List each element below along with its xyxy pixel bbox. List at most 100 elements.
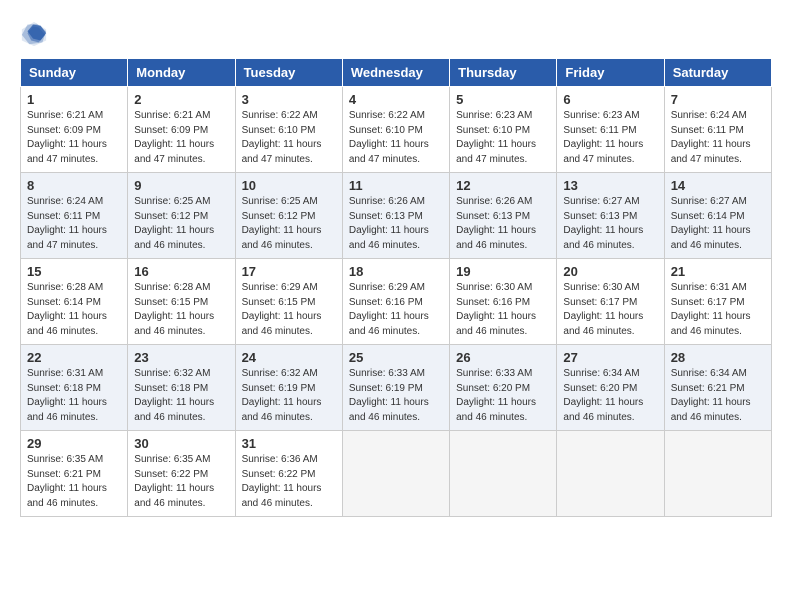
day-info: Sunrise: 6:30 AM Sunset: 6:16 PM Dayligh… xyxy=(456,281,550,339)
day-cell-10: 10 Sunrise: 6:25 AM Sunset: 6:12 PM Dayli… xyxy=(235,173,342,259)
day-info: Sunrise: 6:24 AM Sunset: 6:11 PM Dayligh… xyxy=(27,195,121,253)
day-cell-17: 17Sunrise: 6:29 AM Sunset: 6:15 PM Dayli… xyxy=(235,259,342,345)
day-cell-21: 21 Sunrise: 6:31 AM Sunset: 6:17 PM Dayli… xyxy=(664,259,771,345)
day-cell-7: 7Sunrise: 6:24 AM Sunset: 6:11 PM Daylig… xyxy=(664,87,771,173)
empty-cell xyxy=(557,431,664,517)
day-number: 31 xyxy=(242,436,336,451)
day-cell-8: 8 Sunrise: 6:24 AM Sunset: 6:11 PM Daylig… xyxy=(21,173,128,259)
day-info: Sunrise: 6:27 AM Sunset: 6:14 PM Dayligh… xyxy=(671,195,765,253)
day-number: 2 xyxy=(134,92,228,107)
day-info: Sunrise: 6:30 AM Sunset: 6:17 PM Dayligh… xyxy=(563,281,657,339)
day-header-friday: Friday xyxy=(557,59,664,87)
day-info: Sunrise: 6:25 AM Sunset: 6:12 PM Dayligh… xyxy=(134,195,228,253)
day-number: 15 xyxy=(27,264,121,279)
day-cell-23: 23 Sunrise: 6:32 AM Sunset: 6:18 PM Dayli… xyxy=(128,345,235,431)
day-number: 18 xyxy=(349,264,443,279)
day-info: Sunrise: 6:28 AM Sunset: 6:15 PM Dayligh… xyxy=(134,281,228,339)
day-cell-26: 26 Sunrise: 6:33 AM Sunset: 6:20 PM Dayli… xyxy=(450,345,557,431)
day-info: Sunrise: 6:21 AM Sunset: 6:09 PM Dayligh… xyxy=(27,109,121,167)
day-number: 1 xyxy=(27,92,121,107)
day-info: Sunrise: 6:36 AM Sunset: 6:22 PM Dayligh… xyxy=(242,453,336,511)
day-cell-24: 24Sunrise: 6:32 AM Sunset: 6:19 PM Dayli… xyxy=(235,345,342,431)
day-cell-16: 16 Sunrise: 6:28 AM Sunset: 6:15 PM Dayli… xyxy=(128,259,235,345)
day-info: Sunrise: 6:26 AM Sunset: 6:13 PM Dayligh… xyxy=(349,195,443,253)
day-info: Sunrise: 6:22 AM Sunset: 6:10 PM Dayligh… xyxy=(242,109,336,167)
day-cell-1: 1 Sunrise: 6:21 AM Sunset: 6:09 PM Daylig… xyxy=(21,87,128,173)
day-info: Sunrise: 6:35 AM Sunset: 6:22 PM Dayligh… xyxy=(134,453,228,511)
calendar-week-4: 22Sunrise: 6:31 AM Sunset: 6:18 PM Dayli… xyxy=(21,345,772,431)
day-number: 19 xyxy=(456,264,550,279)
day-number: 3 xyxy=(242,92,336,107)
day-number: 14 xyxy=(671,178,765,193)
day-cell-30: 30 Sunrise: 6:35 AM Sunset: 6:22 PM Dayli… xyxy=(128,431,235,517)
day-cell-25: 25 Sunrise: 6:33 AM Sunset: 6:19 PM Dayli… xyxy=(342,345,449,431)
day-header-saturday: Saturday xyxy=(664,59,771,87)
calendar-week-2: 8 Sunrise: 6:24 AM Sunset: 6:11 PM Daylig… xyxy=(21,173,772,259)
day-number: 8 xyxy=(27,178,121,193)
day-header-monday: Monday xyxy=(128,59,235,87)
day-info: Sunrise: 6:35 AM Sunset: 6:21 PM Dayligh… xyxy=(27,453,121,511)
day-number: 12 xyxy=(456,178,550,193)
day-cell-9: 9 Sunrise: 6:25 AM Sunset: 6:12 PM Daylig… xyxy=(128,173,235,259)
day-info: Sunrise: 6:33 AM Sunset: 6:19 PM Dayligh… xyxy=(349,367,443,425)
day-cell-27: 27 Sunrise: 6:34 AM Sunset: 6:20 PM Dayli… xyxy=(557,345,664,431)
day-info: Sunrise: 6:25 AM Sunset: 6:12 PM Dayligh… xyxy=(242,195,336,253)
day-cell-18: 18 Sunrise: 6:29 AM Sunset: 6:16 PM Dayli… xyxy=(342,259,449,345)
day-number: 7 xyxy=(671,92,765,107)
day-cell-29: 29Sunrise: 6:35 AM Sunset: 6:21 PM Dayli… xyxy=(21,431,128,517)
day-cell-11: 11 Sunrise: 6:26 AM Sunset: 6:13 PM Dayli… xyxy=(342,173,449,259)
day-number: 16 xyxy=(134,264,228,279)
day-info: Sunrise: 6:31 AM Sunset: 6:18 PM Dayligh… xyxy=(27,367,121,425)
day-number: 24 xyxy=(242,350,336,365)
day-number: 23 xyxy=(134,350,228,365)
calendar-table: SundayMondayTuesdayWednesdayThursdayFrid… xyxy=(20,58,772,517)
calendar-week-5: 29Sunrise: 6:35 AM Sunset: 6:21 PM Dayli… xyxy=(21,431,772,517)
empty-cell xyxy=(342,431,449,517)
day-info: Sunrise: 6:32 AM Sunset: 6:18 PM Dayligh… xyxy=(134,367,228,425)
day-cell-22: 22Sunrise: 6:31 AM Sunset: 6:18 PM Dayli… xyxy=(21,345,128,431)
day-info: Sunrise: 6:28 AM Sunset: 6:14 PM Dayligh… xyxy=(27,281,121,339)
day-number: 26 xyxy=(456,350,550,365)
day-number: 28 xyxy=(671,350,765,365)
day-number: 30 xyxy=(134,436,228,451)
day-cell-12: 12Sunrise: 6:26 AM Sunset: 6:13 PM Dayli… xyxy=(450,173,557,259)
day-info: Sunrise: 6:34 AM Sunset: 6:21 PM Dayligh… xyxy=(671,367,765,425)
day-cell-5: 5 Sunrise: 6:23 AM Sunset: 6:10 PM Daylig… xyxy=(450,87,557,173)
day-cell-2: 2 Sunrise: 6:21 AM Sunset: 6:09 PM Daylig… xyxy=(128,87,235,173)
day-cell-14: 14 Sunrise: 6:27 AM Sunset: 6:14 PM Dayli… xyxy=(664,173,771,259)
calendar-week-3: 15 Sunrise: 6:28 AM Sunset: 6:14 PM Dayli… xyxy=(21,259,772,345)
day-info: Sunrise: 6:29 AM Sunset: 6:16 PM Dayligh… xyxy=(349,281,443,339)
day-number: 6 xyxy=(563,92,657,107)
day-cell-15: 15 Sunrise: 6:28 AM Sunset: 6:14 PM Dayli… xyxy=(21,259,128,345)
day-info: Sunrise: 6:31 AM Sunset: 6:17 PM Dayligh… xyxy=(671,281,765,339)
day-number: 5 xyxy=(456,92,550,107)
day-info: Sunrise: 6:33 AM Sunset: 6:20 PM Dayligh… xyxy=(456,367,550,425)
empty-cell xyxy=(664,431,771,517)
day-number: 21 xyxy=(671,264,765,279)
day-number: 10 xyxy=(242,178,336,193)
day-info: Sunrise: 6:23 AM Sunset: 6:10 PM Dayligh… xyxy=(456,109,550,167)
day-info: Sunrise: 6:27 AM Sunset: 6:13 PM Dayligh… xyxy=(563,195,657,253)
day-info: Sunrise: 6:29 AM Sunset: 6:15 PM Dayligh… xyxy=(242,281,336,339)
day-header-sunday: Sunday xyxy=(21,59,128,87)
day-number: 25 xyxy=(349,350,443,365)
day-number: 9 xyxy=(134,178,228,193)
day-number: 27 xyxy=(563,350,657,365)
day-number: 13 xyxy=(563,178,657,193)
logo xyxy=(20,20,52,48)
day-cell-28: 28 Sunrise: 6:34 AM Sunset: 6:21 PM Dayli… xyxy=(664,345,771,431)
day-info: Sunrise: 6:21 AM Sunset: 6:09 PM Dayligh… xyxy=(134,109,228,167)
empty-cell xyxy=(450,431,557,517)
day-info: Sunrise: 6:22 AM Sunset: 6:10 PM Dayligh… xyxy=(349,109,443,167)
day-number: 4 xyxy=(349,92,443,107)
day-header-tuesday: Tuesday xyxy=(235,59,342,87)
day-number: 20 xyxy=(563,264,657,279)
day-number: 11 xyxy=(349,178,443,193)
page-header xyxy=(20,20,772,48)
day-cell-3: 3 Sunrise: 6:22 AM Sunset: 6:10 PM Daylig… xyxy=(235,87,342,173)
calendar-header-row: SundayMondayTuesdayWednesdayThursdayFrid… xyxy=(21,59,772,87)
day-header-wednesday: Wednesday xyxy=(342,59,449,87)
logo-icon xyxy=(20,20,48,48)
day-info: Sunrise: 6:34 AM Sunset: 6:20 PM Dayligh… xyxy=(563,367,657,425)
day-cell-19: 19 Sunrise: 6:30 AM Sunset: 6:16 PM Dayli… xyxy=(450,259,557,345)
